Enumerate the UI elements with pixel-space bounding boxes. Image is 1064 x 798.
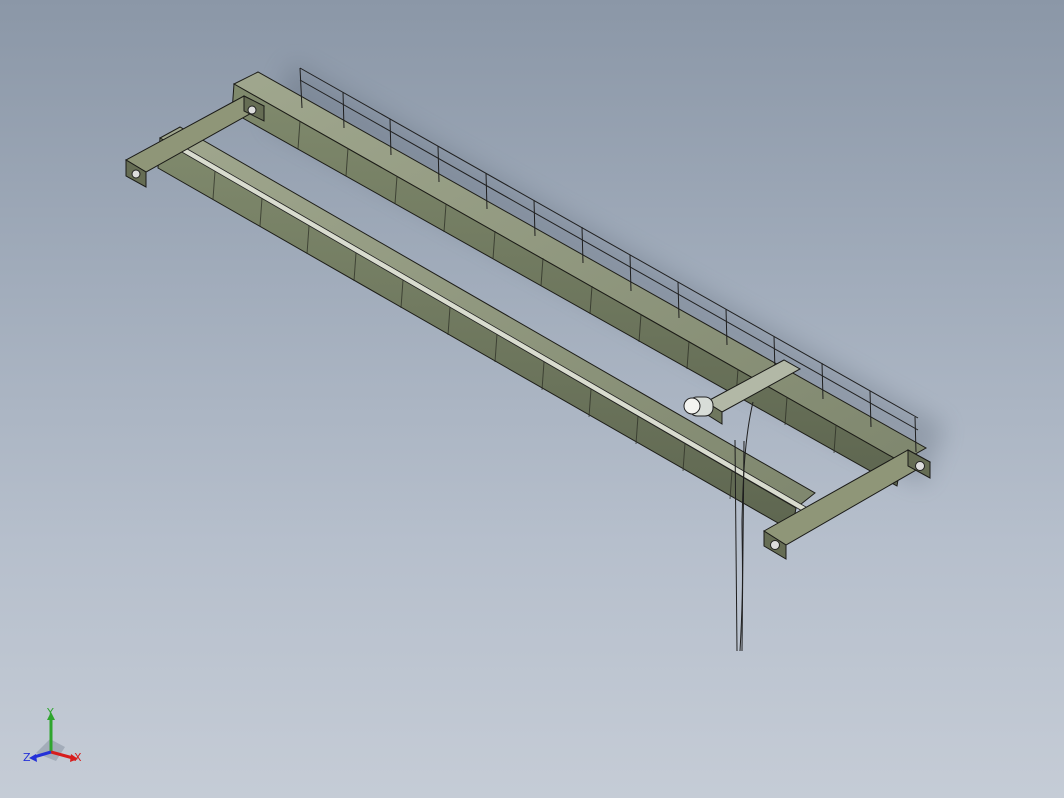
crane-model[interactable] xyxy=(0,0,1064,798)
left-wheel-1 xyxy=(131,169,141,179)
coordinate-triad: Y X Z xyxy=(20,704,90,772)
left-wheel-2 xyxy=(247,105,257,115)
right-wheel-1 xyxy=(770,540,780,550)
hoist-cable-loop xyxy=(739,401,754,652)
x-axis-label: X xyxy=(74,751,82,764)
right-wheel-2 xyxy=(915,461,925,471)
y-axis-label: Y xyxy=(46,706,54,719)
z-axis-label: Z xyxy=(23,751,31,764)
drum-cap xyxy=(683,397,701,415)
cad-viewport[interactable]: Y X Z xyxy=(0,0,1064,798)
far-girder-side xyxy=(231,83,902,487)
far-girder[interactable] xyxy=(231,71,928,487)
